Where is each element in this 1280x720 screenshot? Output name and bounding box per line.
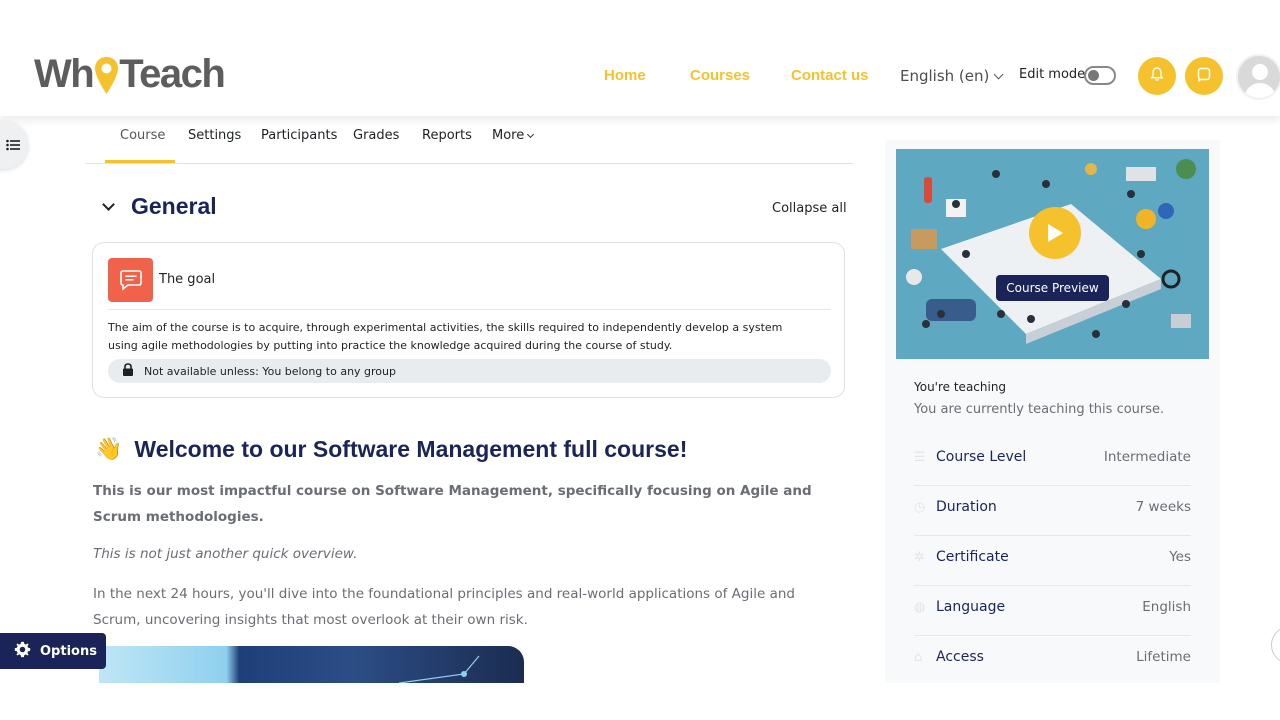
waving-hand-icon: 👋 (95, 437, 123, 462)
language-label: English (en) (900, 67, 990, 85)
welcome-heading: 👋 Welcome to our Software Management ful… (95, 436, 687, 463)
lock-icon: ⌂ (914, 650, 923, 665)
bell-icon (1149, 66, 1165, 86)
teaching-subtitle: You are currently teaching this course. (914, 402, 1165, 417)
chevron-down-icon (527, 130, 535, 139)
globe-icon: ◍ (914, 600, 926, 615)
avatar-body (1244, 83, 1276, 98)
tab-more-label: More (492, 128, 525, 143)
site-header: Wh Teach Home Courses Contact us English… (0, 0, 1280, 116)
tab-more[interactable]: More (492, 128, 535, 143)
lock-icon (122, 363, 134, 379)
info-label: Course Level (936, 449, 1027, 465)
nav-courses[interactable]: Courses (690, 67, 750, 84)
welcome-title: Welcome to our Software Management full … (134, 436, 688, 462)
toggle-knob (1088, 70, 1099, 81)
course-index-toggle[interactable] (0, 121, 28, 169)
collapse-all-link[interactable]: Collapse all (772, 201, 847, 216)
activity-description: The aim of the course is to acquire, thr… (108, 321, 783, 352)
notifications-button[interactable] (1138, 57, 1176, 95)
section-header: General (100, 193, 217, 220)
options-button[interactable]: Options (0, 633, 106, 669)
restriction-text: Not available unless: You belong to any … (144, 364, 396, 378)
nav-home[interactable]: Home (604, 67, 646, 84)
certificate-icon: ✲ (914, 550, 925, 565)
intro-bold-text: This is our most impactful course on Sof… (93, 483, 812, 525)
language-selector[interactable]: English (en) (900, 67, 1004, 85)
course-sidebar: Course Preview You're teaching You are c… (885, 140, 1220, 683)
course-preview-label[interactable]: Course Preview (996, 275, 1109, 301)
list-icon (6, 136, 20, 155)
section-collapse-chevron-icon[interactable] (102, 198, 115, 211)
teaching-title: You're teaching (914, 380, 1007, 394)
info-label: Certificate (936, 549, 1009, 565)
scroll-control[interactable] (1271, 626, 1280, 664)
options-label: Options (40, 643, 97, 659)
activity-divider (108, 309, 831, 310)
info-value: Yes (1169, 549, 1191, 565)
info-value: Lifetime (1136, 649, 1191, 665)
level-icon: ☰ (914, 450, 926, 465)
intro-paragraph: In the next 24 hours, you'll dive into t… (93, 586, 795, 628)
logo-text-right: Teach (119, 52, 226, 96)
info-label: Duration (936, 499, 997, 515)
messages-button[interactable] (1185, 57, 1223, 95)
info-label: Access (936, 649, 984, 665)
info-row-language: ◍ Language English (914, 586, 1191, 636)
restriction-badge: Not available unless: You belong to any … (108, 359, 831, 383)
info-row-access: ⌂ Access Lifetime (914, 636, 1191, 686)
message-icon (1196, 66, 1212, 86)
course-hero-image (99, 646, 524, 683)
clock-icon: ◷ (914, 500, 926, 515)
tab-participants[interactable]: Participants (261, 128, 337, 143)
secondary-navigation: Course Settings Participants Grades Repo… (86, 118, 853, 164)
info-value: Intermediate (1103, 449, 1191, 465)
site-logo[interactable]: Wh Teach (34, 52, 226, 97)
logo-text-left: Wh (34, 52, 95, 96)
edit-mode-label: Edit mode (1019, 67, 1086, 82)
gear-icon (14, 641, 31, 662)
tab-reports[interactable]: Reports (422, 128, 472, 143)
user-avatar[interactable] (1236, 54, 1280, 100)
logo-pin-icon (94, 56, 119, 96)
section-title[interactable]: General (131, 193, 217, 220)
tab-course[interactable]: Course (120, 128, 165, 143)
avatar-head (1252, 64, 1268, 80)
play-icon[interactable] (1029, 207, 1081, 259)
active-tab-indicator (105, 160, 175, 163)
course-preview-image[interactable]: Course Preview (896, 149, 1209, 359)
activity-name-link[interactable]: The goal (159, 272, 215, 287)
activity-card: The goal The aim of the course is to acq… (92, 242, 845, 398)
edit-mode-toggle[interactable] (1084, 66, 1116, 85)
tab-settings[interactable]: Settings (188, 128, 241, 143)
info-label: Language (936, 599, 1006, 615)
info-value: 7 weeks (1135, 499, 1191, 515)
info-value: English (1142, 599, 1191, 615)
info-row-certificate: ✲ Certificate Yes (914, 536, 1191, 586)
tab-grades[interactable]: Grades (353, 128, 399, 143)
info-row-course-level: ☰ Course Level Intermediate (914, 436, 1191, 486)
forum-icon[interactable] (108, 258, 153, 302)
nav-contact-us[interactable]: Contact us (791, 67, 869, 84)
chevron-down-icon (993, 69, 1004, 80)
info-row-duration: ◷ Duration 7 weeks (914, 486, 1191, 536)
intro-italic-text: This is not just another quick overview. (93, 546, 358, 562)
